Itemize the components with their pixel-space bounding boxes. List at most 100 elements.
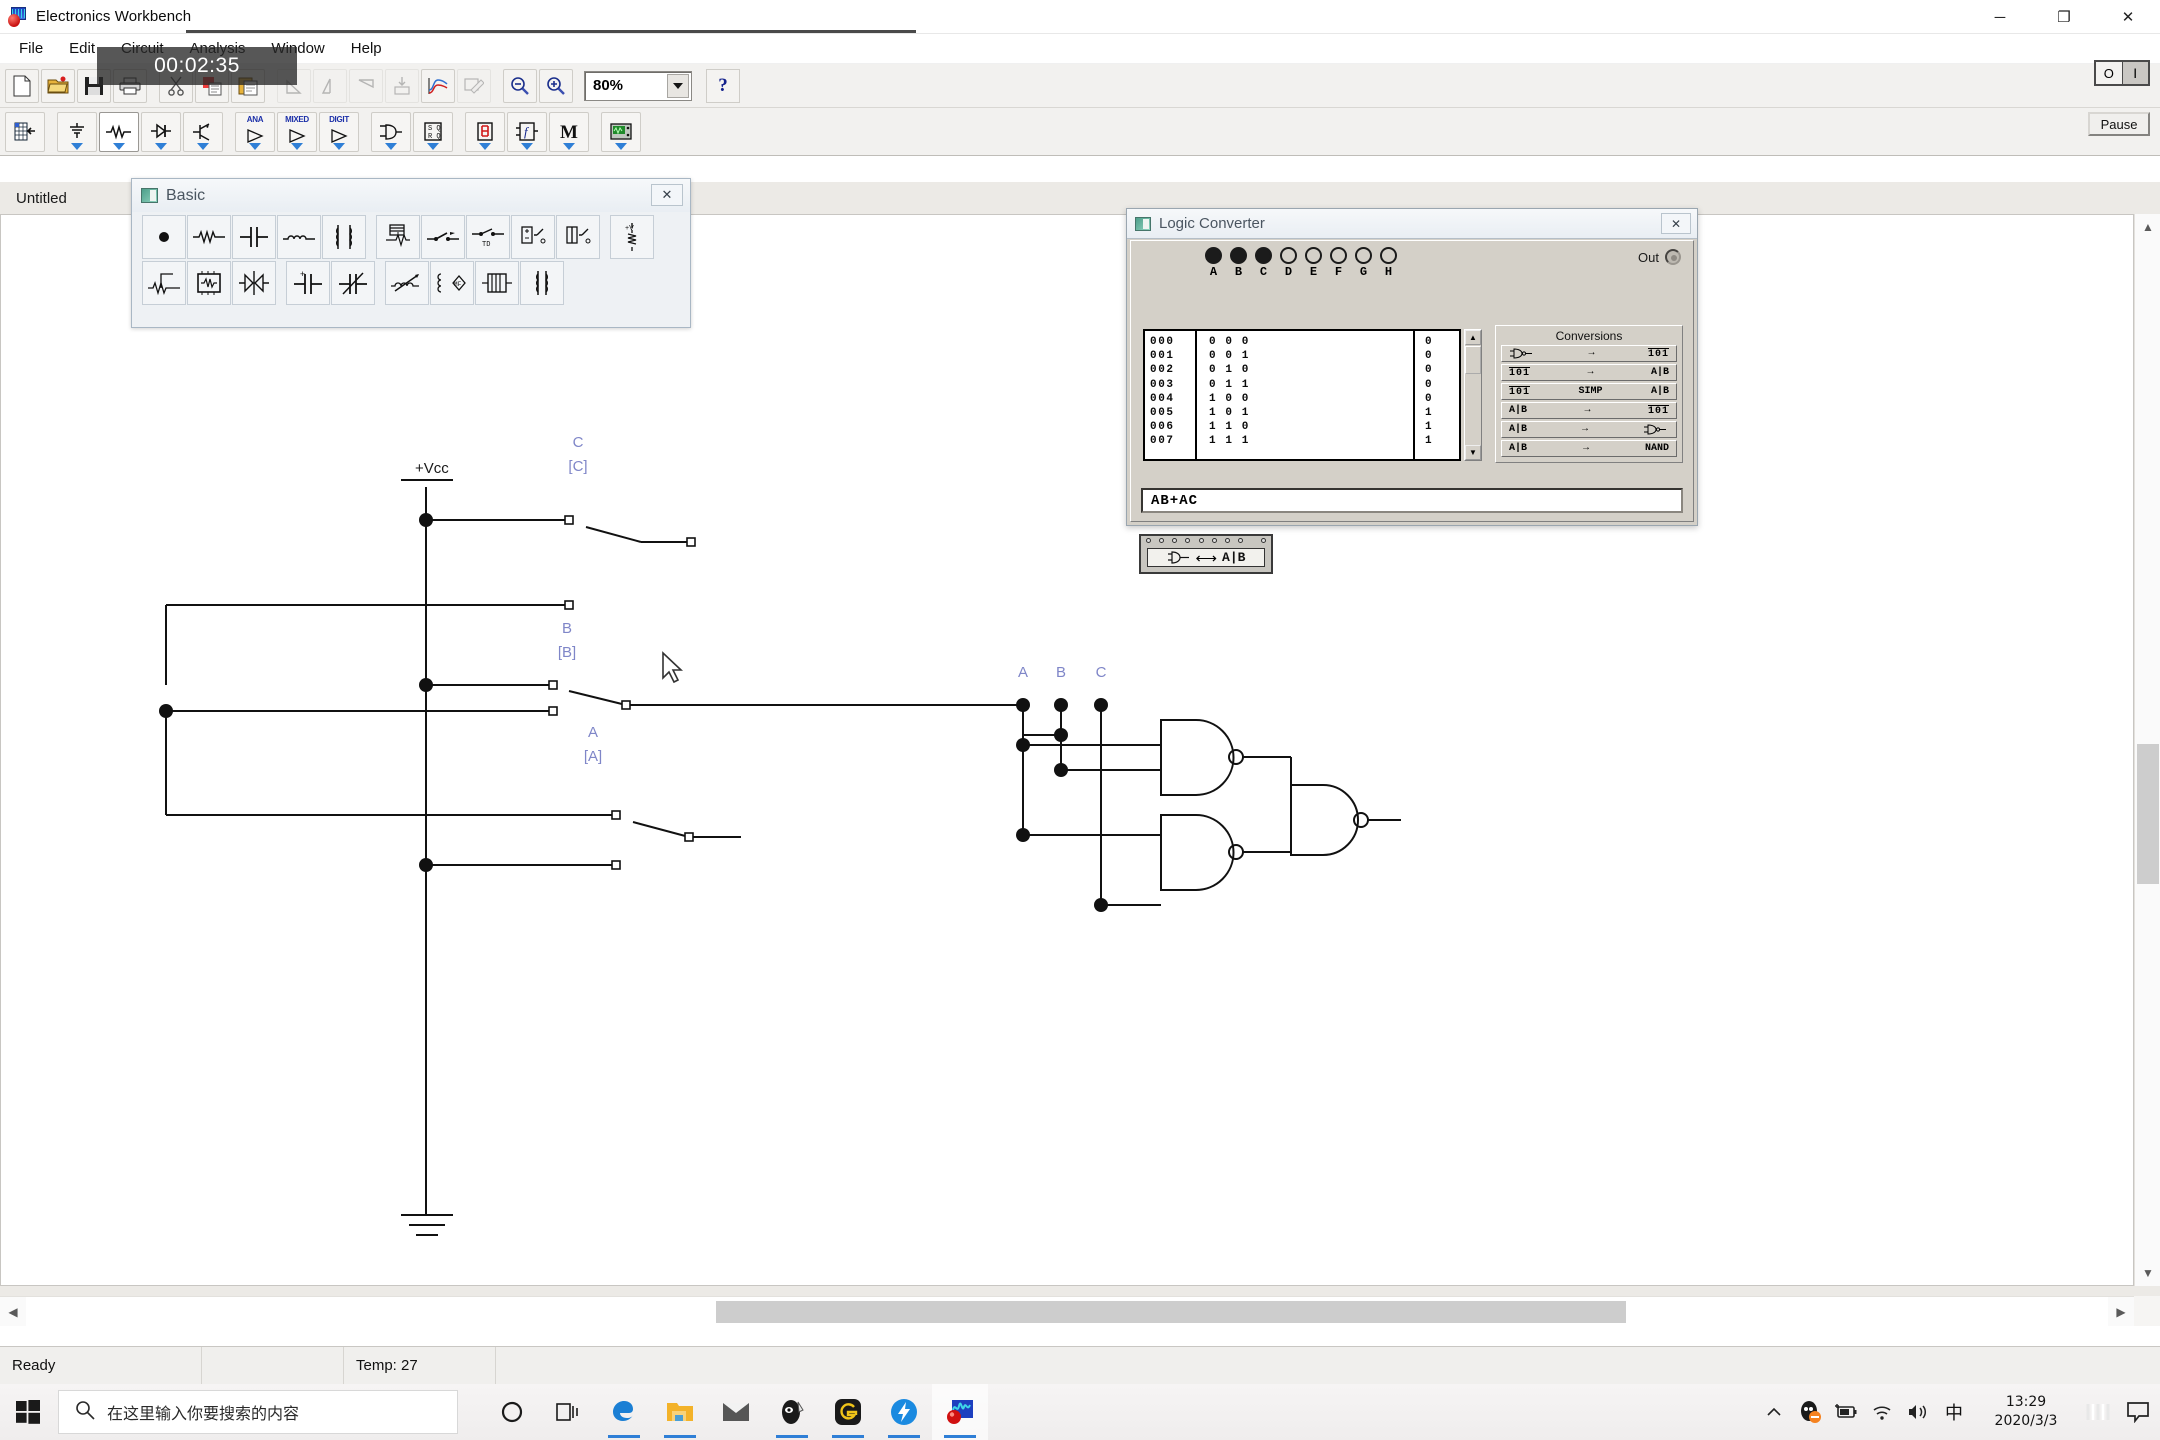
- analog-ics-parts-bin[interactable]: ANA: [235, 111, 275, 152]
- zoom-level-combobox[interactable]: 80%: [584, 70, 692, 101]
- logic-converter-close-button[interactable]: ✕: [1661, 213, 1691, 234]
- scroll-up-arrow-icon[interactable]: ▲: [2135, 214, 2160, 240]
- sources-parts-bin[interactable]: [57, 111, 97, 152]
- battery-icon[interactable]: [1828, 1384, 1864, 1440]
- ime-panel-icon[interactable]: [2080, 1384, 2116, 1440]
- diodes-parts-bin[interactable]: [141, 111, 181, 152]
- resistor-part[interactable]: [187, 215, 231, 259]
- expression-to-truth-table-button[interactable]: A|B → 101: [1501, 402, 1677, 419]
- ninja-app-icon[interactable]: [764, 1384, 820, 1440]
- windows-logo-icon[interactable]: [0, 1384, 56, 1440]
- schematic-canvas[interactable]: +Vcc C [C] B [B] A [A] A B C: [0, 214, 2134, 1286]
- vscroll-thumb[interactable]: [2137, 744, 2159, 884]
- tt-output-row[interactable]: 0: [1425, 335, 1459, 349]
- voltage-controlled-switch-part[interactable]: [511, 215, 555, 259]
- camtasia-icon[interactable]: [820, 1384, 876, 1440]
- coupled-inductors-part[interactable]: [520, 261, 564, 305]
- truth-table-scrollbar[interactable]: ▲ ▼: [1464, 329, 1482, 461]
- horizontal-scrollbar[interactable]: ◀ ▶: [0, 1296, 2134, 1326]
- logic-gates-parts-bin[interactable]: [371, 111, 411, 152]
- terminal-d-dot[interactable]: [1280, 247, 1297, 264]
- terminal-b-dot[interactable]: [1230, 247, 1247, 264]
- chevron-down-icon[interactable]: [667, 73, 689, 98]
- mail-icon[interactable]: [708, 1384, 764, 1440]
- maximize-button[interactable]: ❐: [2032, 0, 2096, 34]
- show-hidden-icons-chevron[interactable]: [1756, 1384, 1792, 1440]
- time-delay-switch-part[interactable]: TD: [466, 215, 510, 259]
- tt-output-row[interactable]: 0: [1425, 349, 1459, 363]
- magnetic-core-part[interactable]: [475, 261, 519, 305]
- logic-converter-window[interactable]: Logic Converter ✕ A B C D E F G H Out 00…: [1126, 208, 1698, 526]
- terminal-g-dot[interactable]: [1355, 247, 1372, 264]
- digital-ics-parts-bin[interactable]: DIGIT: [319, 111, 359, 152]
- document-tab[interactable]: Untitled: [0, 182, 128, 214]
- terminal-e-dot[interactable]: [1305, 247, 1322, 264]
- relay-part[interactable]: [376, 215, 420, 259]
- pause-button[interactable]: Pause: [2088, 112, 2150, 136]
- volume-icon[interactable]: [1900, 1384, 1936, 1440]
- capacitor-part[interactable]: [232, 215, 276, 259]
- truth-table-output-column[interactable]: 0 0 0 0 0 1 1 1: [1413, 331, 1459, 459]
- out-terminal-dot[interactable]: [1665, 249, 1681, 265]
- open-file-button[interactable]: [41, 68, 75, 103]
- help-button[interactable]: ?: [706, 68, 740, 103]
- bandizip-icon[interactable]: [876, 1384, 932, 1440]
- component-properties-button[interactable]: [457, 68, 491, 103]
- variable-inductor-part[interactable]: [385, 261, 429, 305]
- file-explorer-icon[interactable]: [652, 1384, 708, 1440]
- clock[interactable]: 13:29 2020/3/3: [1972, 1393, 2080, 1431]
- tt-output-row[interactable]: 0: [1425, 363, 1459, 377]
- new-file-button[interactable]: [5, 68, 39, 103]
- terminal-e[interactable]: E: [1301, 247, 1326, 279]
- terminal-h-dot[interactable]: [1380, 247, 1397, 264]
- terminal-c[interactable]: C: [1251, 247, 1276, 279]
- power-switch[interactable]: O I: [2094, 60, 2150, 86]
- scroll-down-arrow-icon[interactable]: ▼: [2135, 1260, 2160, 1286]
- scroll-left-arrow-icon[interactable]: ◀: [0, 1297, 26, 1326]
- basic-parts-palette[interactable]: Basic ✕ TD +V + MF: [131, 178, 691, 328]
- tt-output-row[interactable]: 1: [1425, 434, 1459, 448]
- terminal-f-dot[interactable]: [1330, 247, 1347, 264]
- inductor-part[interactable]: [277, 215, 321, 259]
- polarized-capacitor-part[interactable]: +: [286, 261, 330, 305]
- logic-converter-component[interactable]: ⟷ A|B: [1139, 534, 1273, 574]
- tt-scroll-up-icon[interactable]: ▲: [1465, 330, 1481, 345]
- hscroll-thumb[interactable]: [716, 1301, 1626, 1323]
- tt-scroll-thumb[interactable]: [1465, 346, 1481, 374]
- truth-table-to-expression-button[interactable]: 101 → A|B: [1501, 364, 1677, 381]
- search-input[interactable]: 在这里输入你要搜索的内容: [58, 1390, 458, 1434]
- mixed-ics-parts-bin[interactable]: MIXED: [277, 111, 317, 152]
- menu-file[interactable]: File: [6, 37, 56, 60]
- scroll-right-arrow-icon[interactable]: ▶: [2108, 1297, 2134, 1326]
- task-view-icon[interactable]: [540, 1384, 596, 1440]
- terminal-a[interactable]: A: [1201, 247, 1226, 279]
- pullup-resistor-part[interactable]: +V: [610, 215, 654, 259]
- indicators-parts-bin[interactable]: [465, 111, 505, 152]
- terminal-d[interactable]: D: [1276, 247, 1301, 279]
- terminal-f[interactable]: F: [1326, 247, 1351, 279]
- switch-part[interactable]: [421, 215, 465, 259]
- instruments-parts-bin[interactable]: [601, 111, 641, 152]
- transistors-parts-bin[interactable]: [183, 111, 223, 152]
- basic-palette-close-button[interactable]: ✕: [651, 184, 683, 206]
- truth-table[interactable]: 000 001 002 003 004 005 006 007 0 0 0 0 …: [1143, 329, 1461, 461]
- current-controlled-switch-part[interactable]: [556, 215, 600, 259]
- transformer-part[interactable]: [322, 215, 366, 259]
- terminal-h[interactable]: H: [1376, 247, 1401, 279]
- variable-capacitor-part[interactable]: [232, 261, 276, 305]
- tt-scroll-down-icon[interactable]: ▼: [1465, 445, 1481, 460]
- tt-output-row[interactable]: 0: [1425, 392, 1459, 406]
- expression-field[interactable]: AB+AC: [1141, 488, 1683, 513]
- variable-capacitor2-part[interactable]: [331, 261, 375, 305]
- flip-horizontal-button[interactable]: [313, 68, 347, 103]
- tt-output-row[interactable]: 0: [1425, 378, 1459, 392]
- circuit-to-truth-table-button[interactable]: → 101: [1501, 345, 1677, 362]
- electronics-workbench-icon[interactable]: [932, 1384, 988, 1440]
- zoom-in-button[interactable]: [539, 68, 573, 103]
- display-graphs-button[interactable]: [421, 68, 455, 103]
- favorites-parts-bin[interactable]: [5, 111, 45, 152]
- output-terminal[interactable]: Out: [1638, 249, 1681, 265]
- miscellaneous-parts-bin[interactable]: M: [549, 111, 589, 152]
- cortana-icon[interactable]: [484, 1384, 540, 1440]
- nonlinear-transformer-part[interactable]: MF: [430, 261, 474, 305]
